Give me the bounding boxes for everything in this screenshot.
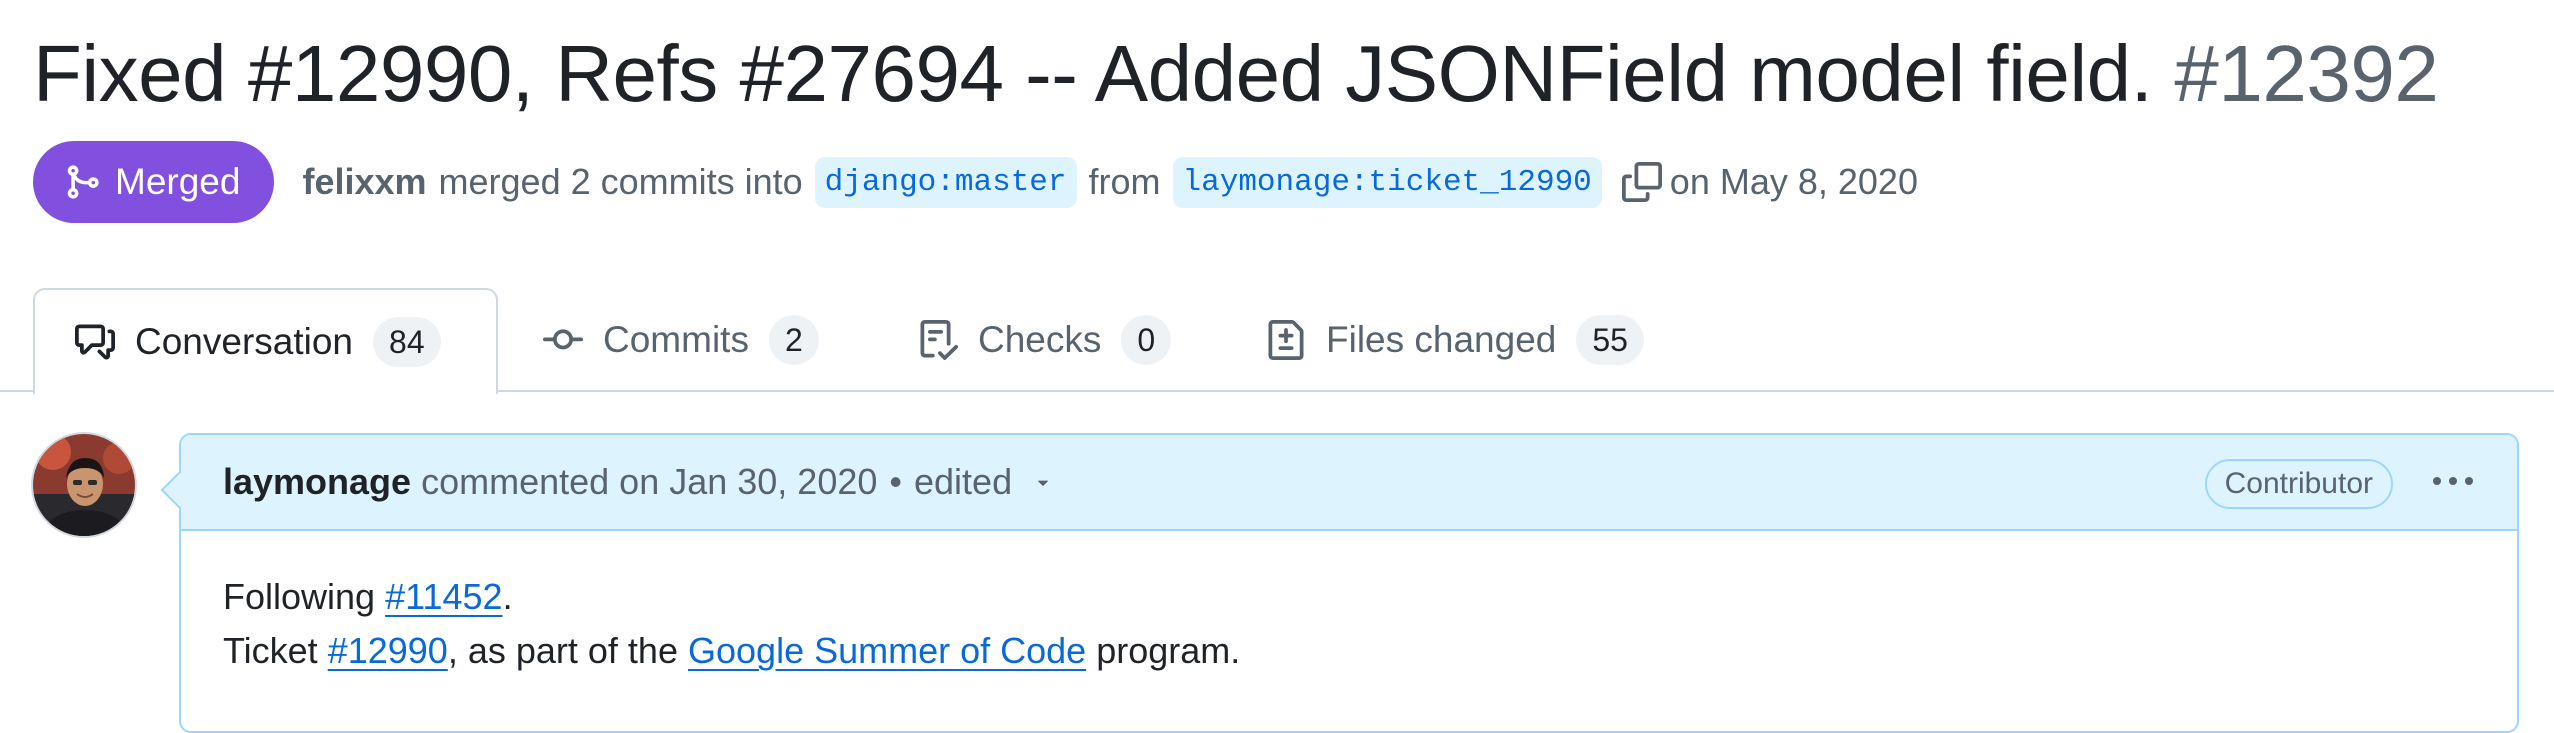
tab-conversation-label: Conversation bbox=[135, 321, 354, 362]
comment-text: Following bbox=[223, 576, 376, 617]
checklist-icon bbox=[920, 320, 958, 360]
issue-link-11452[interactable]: #11452 bbox=[385, 576, 502, 617]
edited-dropdown[interactable]: edited bbox=[914, 461, 1054, 503]
tab-commits[interactable]: Commits 2 bbox=[543, 288, 819, 392]
tab-commits-count: 2 bbox=[768, 315, 819, 365]
base-branch-label[interactable]: django:master bbox=[814, 156, 1077, 208]
edited-label: edited bbox=[914, 461, 1013, 502]
gsoc-link[interactable]: Google Summer of Code bbox=[688, 630, 1086, 671]
tab-checks-count: 0 bbox=[1121, 315, 1172, 365]
pull-request-page: Fixed #12990, Refs #27694 -- Added JSONF… bbox=[0, 0, 2554, 733]
pr-title: Fixed #12990, Refs #27694 -- Added JSONF… bbox=[33, 20, 2439, 128]
tab-conversation[interactable]: Conversation 84 bbox=[33, 288, 498, 394]
git-commit-icon bbox=[543, 329, 583, 350]
contributor-badge: Contributor bbox=[2204, 459, 2393, 509]
caret-down-icon bbox=[1032, 471, 1054, 493]
git-merge-icon bbox=[67, 165, 99, 199]
comment-separator: • bbox=[889, 461, 902, 502]
kebab-horizontal-icon[interactable] bbox=[2431, 469, 2475, 493]
comment-body: Following #11452. Ticket #12990, as part… bbox=[223, 570, 1240, 678]
tab-files-changed-label: Files changed bbox=[1326, 319, 1557, 360]
tab-files-changed-count: 55 bbox=[1576, 315, 1644, 365]
issue-link-12990[interactable]: #12990 bbox=[328, 630, 448, 671]
comment-text: Ticket bbox=[223, 630, 318, 671]
avatar[interactable] bbox=[31, 432, 137, 538]
tab-commits-label: Commits bbox=[603, 319, 749, 360]
pr-title-text: Fixed #12990, Refs #27694 -- Added JSONF… bbox=[33, 29, 2153, 118]
merged-commits-text: merged 2 commits into bbox=[438, 161, 803, 202]
copy-icon[interactable] bbox=[1621, 162, 1662, 202]
comment-timestamp[interactable]: commented on Jan 30, 2020 bbox=[421, 461, 877, 503]
merged-state-badge: Merged bbox=[33, 141, 275, 223]
comment-line-2: Ticket #12990, as part of the Google Sum… bbox=[223, 624, 1240, 678]
comment-author-link[interactable]: laymonage bbox=[223, 461, 411, 503]
comment-line-1: Following #11452. bbox=[223, 570, 1240, 624]
state-label: Merged bbox=[115, 161, 241, 202]
comment-header: laymonage commented on Jan 30, 2020 • ed… bbox=[181, 435, 2517, 531]
pr-meta: Merged felixxm merged 2 commits into dja… bbox=[33, 141, 1918, 223]
comment-discussion-icon bbox=[75, 324, 115, 360]
merger-username-link[interactable]: felixxm bbox=[302, 161, 426, 203]
comment-text: . bbox=[502, 576, 513, 617]
head-branch-label[interactable]: laymonage:ticket_12990 bbox=[1172, 156, 1602, 208]
tab-checks-label: Checks bbox=[978, 319, 1102, 360]
tab-conversation-count: 84 bbox=[373, 317, 441, 367]
comment-text: , as part of the bbox=[447, 630, 678, 671]
from-text: from bbox=[1088, 161, 1161, 202]
pr-number: #12392 bbox=[2174, 29, 2439, 118]
tab-files-changed[interactable]: Files changed 55 bbox=[1266, 288, 1644, 392]
comment-text: program. bbox=[1096, 630, 1241, 671]
tab-checks[interactable]: Checks 0 bbox=[918, 288, 1172, 392]
merged-date: on May 8, 2020 bbox=[1669, 161, 1918, 202]
file-diff-icon bbox=[1268, 320, 1304, 360]
pr-tabs: Conversation 84 Commits 2 Checks 0 Files… bbox=[0, 288, 2554, 394]
comment-card: laymonage commented on Jan 30, 2020 • ed… bbox=[179, 433, 2519, 733]
